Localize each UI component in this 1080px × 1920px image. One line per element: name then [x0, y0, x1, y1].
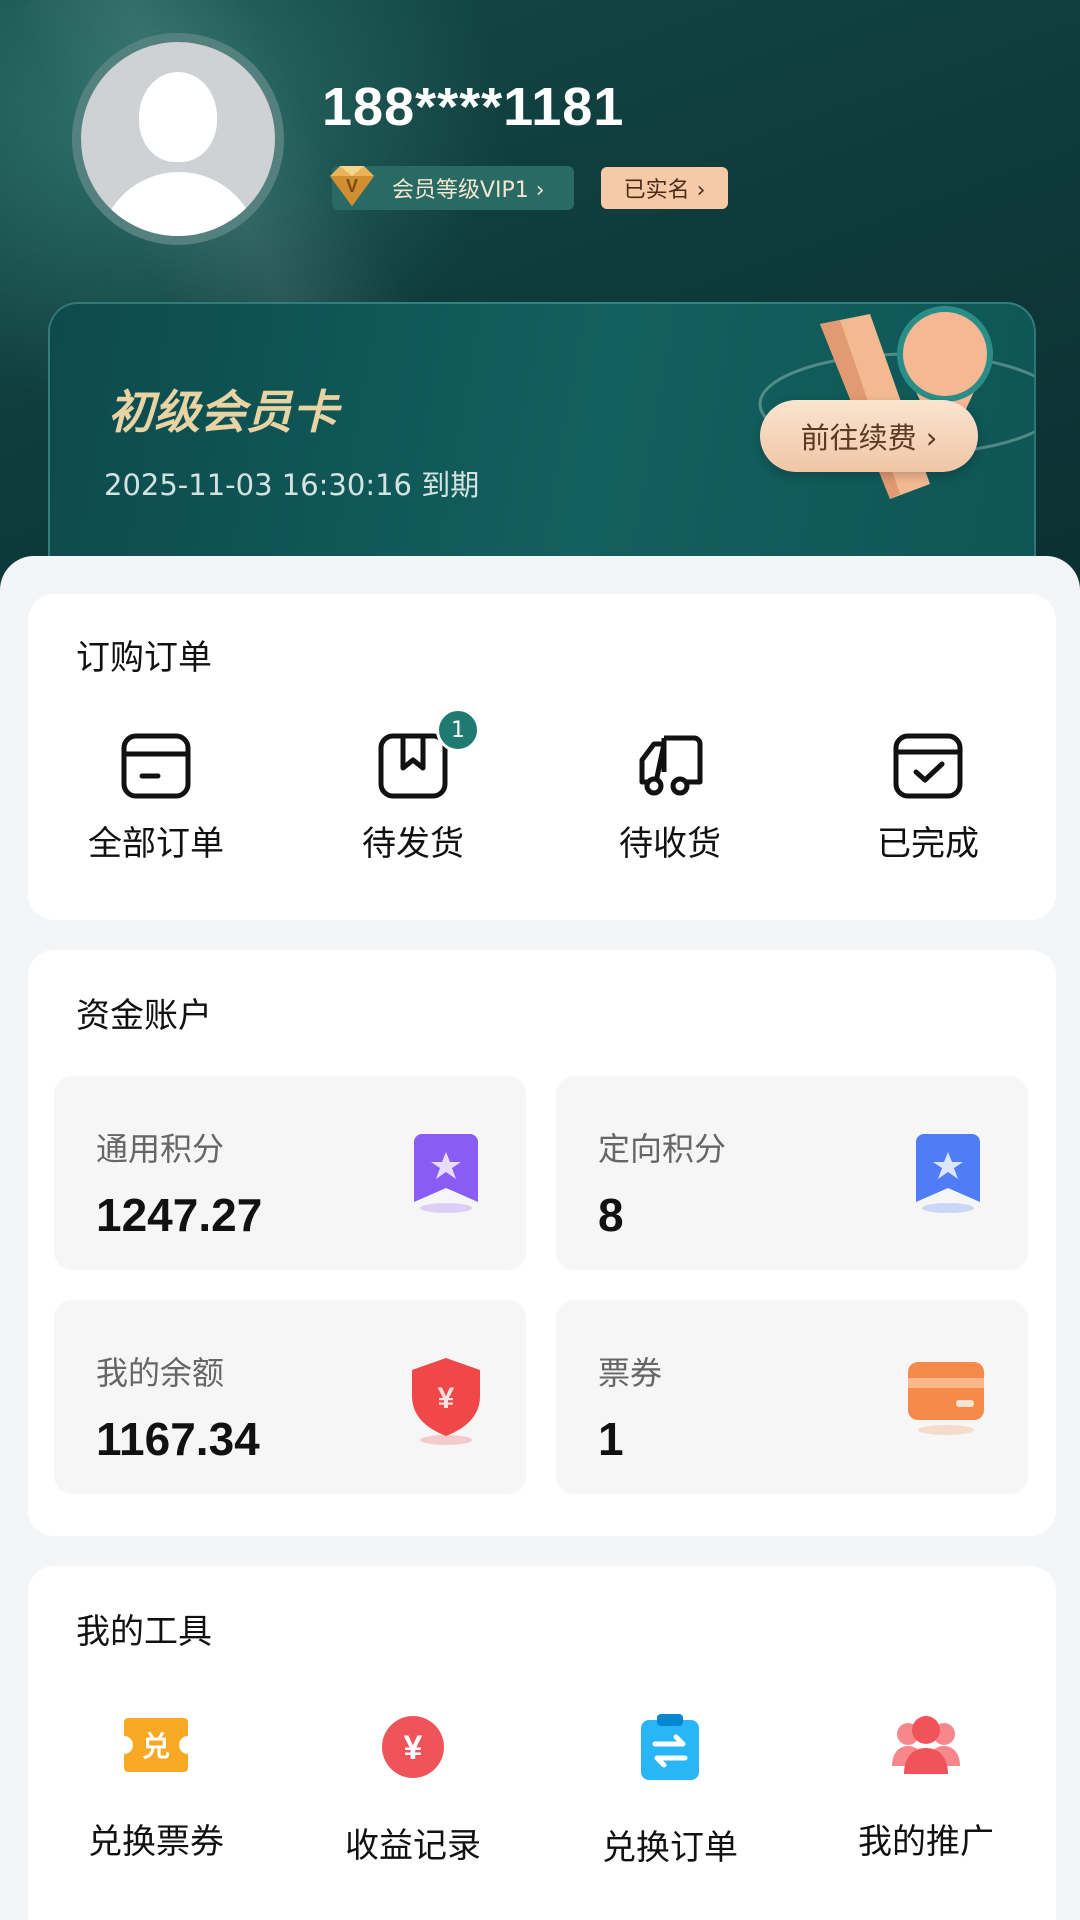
exchange-ticket-icon: 兑 [124, 1718, 188, 1772]
yuan-coin-icon: ¥ [382, 1716, 444, 1778]
order-box-icon [121, 733, 191, 799]
diamond-vip-icon: V [330, 166, 374, 206]
tool-exchange-order[interactable]: 兑换订单 [560, 1714, 780, 1869]
avatar[interactable] [72, 33, 284, 245]
profile-header: 188****1181 会员等级VIP1 › V 已实名 › 初级会员卡 202… [0, 0, 1080, 640]
tool-earnings-record-label: 收益记录 [345, 1826, 481, 1866]
tool-earnings-record[interactable]: ¥ 收益记录 [303, 1714, 523, 1867]
vip-level-label: 会员等级VIP1 › [392, 178, 545, 203]
order-all-label: 全部订单 [88, 824, 224, 864]
renew-button-label: 前往续费 › [800, 421, 938, 455]
yuan-shield-icon: ¥ [412, 1358, 480, 1445]
tools-panel: 我的工具 兑 兑换票券 ¥ 收益记录 兑换订单 我的推广 [28, 1566, 1056, 1920]
order-all[interactable]: 全部订单 [56, 730, 256, 865]
fund-balance[interactable]: 我的余额 1167.34 ¥ [54, 1300, 526, 1494]
content-sheet: 订购订单 全部订单 待发货 1 待收货 已完成 资金账户 通用积分 1247.2… [0, 556, 1080, 1920]
tool-my-promotion[interactable]: 我的推广 [816, 1714, 1036, 1863]
renew-button[interactable]: 前往续费 › [760, 400, 978, 472]
fund-tickets-value: 1 [598, 1413, 624, 1465]
purple-ribbon-star-icon [414, 1134, 478, 1213]
fund-general-points-value: 1247.27 [96, 1189, 263, 1241]
fund-tickets-label: 票券 [598, 1354, 663, 1392]
funds-title: 资金账户 [76, 996, 212, 1036]
fund-tickets[interactable]: 票券 1 [556, 1300, 1028, 1494]
funds-panel: 资金账户 通用积分 1247.27 定向积分 8 我的余额 1167.34 ¥ … [28, 950, 1056, 1536]
blue-ribbon-star-icon [916, 1134, 980, 1213]
fund-general-points[interactable]: 通用积分 1247.27 [54, 1076, 526, 1270]
svg-text:¥: ¥ [438, 1382, 455, 1415]
tool-my-promotion-label: 我的推广 [858, 1822, 994, 1862]
verified-label: 已实名 › [623, 178, 706, 203]
user-phone: 188****1181 [322, 77, 625, 137]
order-pending-receive[interactable]: 待收货 [570, 730, 770, 865]
order-pending-receive-label: 待收货 [619, 824, 721, 864]
order-pending-ship[interactable]: 待发货 [313, 730, 513, 865]
exchange-order-icon [641, 1714, 699, 1780]
orders-panel: 订购订单 全部订单 待发货 1 待收货 已完成 [28, 594, 1056, 920]
order-pending-ship-label: 待发货 [362, 824, 464, 864]
verified-badge[interactable]: 已实名 › [601, 167, 728, 209]
check-box-icon [893, 733, 963, 799]
fund-general-points-label: 通用积分 [96, 1130, 225, 1168]
member-card-expiry: 2025-11-03 16:30:16 到期 [104, 468, 480, 502]
fund-directed-points[interactable]: 定向积分 8 [556, 1076, 1028, 1270]
tools-title: 我的工具 [76, 1612, 212, 1652]
card-icon [908, 1362, 984, 1435]
tool-exchange-order-label: 兑换订单 [602, 1828, 738, 1868]
svg-text:V: V [346, 176, 358, 196]
fund-balance-label: 我的余额 [96, 1354, 225, 1392]
order-completed[interactable]: 已完成 [828, 730, 1028, 865]
orders-title: 订购订单 [76, 638, 212, 678]
fund-directed-points-label: 定向积分 [598, 1130, 727, 1168]
truck-icon [639, 735, 703, 796]
users-icon [892, 1716, 960, 1774]
fund-directed-points-value: 8 [598, 1189, 624, 1241]
svg-text:¥: ¥ [404, 1729, 423, 1767]
avatar-head-shape [139, 72, 217, 162]
avatar-body-shape [99, 172, 259, 236]
order-completed-label: 已完成 [877, 824, 979, 864]
pending-ship-count: 1 [451, 717, 465, 743]
member-card-title: 初级会员卡 [108, 385, 338, 439]
tool-exchange-ticket[interactable]: 兑 兑换票券 [46, 1714, 266, 1863]
fund-balance-value: 1167.34 [96, 1413, 260, 1465]
svg-text:兑: 兑 [142, 1730, 170, 1763]
pending-ship-count-badge: 1 [436, 708, 480, 752]
tool-exchange-ticket-label: 兑换票券 [88, 1822, 224, 1862]
